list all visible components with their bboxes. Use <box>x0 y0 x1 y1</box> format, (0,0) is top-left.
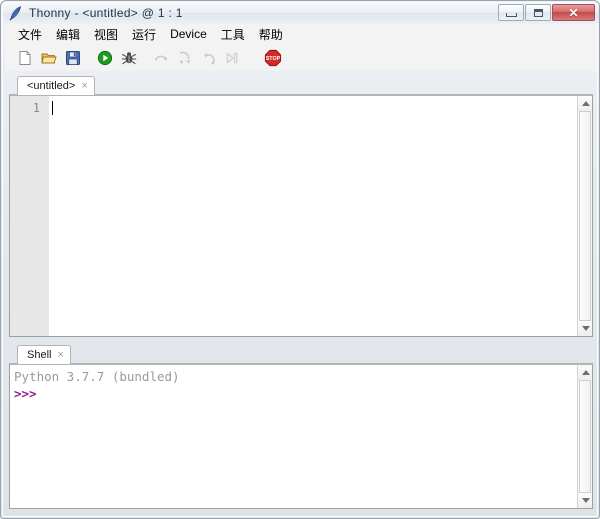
editor-panel: <untitled> × 1 <box>9 75 593 337</box>
shell-output: Python 3.7.7 (bundled) >>> <box>14 368 576 402</box>
tab-shell-close-icon[interactable]: × <box>57 350 63 361</box>
step-over-button[interactable] <box>151 48 171 68</box>
chevron-up-icon <box>582 101 590 106</box>
maximize-button[interactable] <box>525 4 551 21</box>
editor-code-area[interactable] <box>49 96 592 336</box>
play-run-icon <box>97 50 113 66</box>
shell-vertical-scrollbar[interactable] <box>577 365 592 508</box>
menu-edit[interactable]: 编辑 <box>49 24 87 45</box>
open-file-button[interactable] <box>39 48 59 68</box>
stop-button[interactable]: STOP <box>263 48 283 68</box>
minimize-icon <box>506 13 517 17</box>
chevron-up-icon <box>582 370 590 375</box>
step-out-button[interactable] <box>199 48 219 68</box>
editor-vertical-scrollbar[interactable] <box>577 96 592 336</box>
shell-text-frame[interactable]: Python 3.7.7 (bundled) >>> <box>9 364 593 509</box>
maximize-icon <box>534 9 543 17</box>
tab-shell-label: Shell <box>27 349 51 361</box>
editor-scroll-track[interactable] <box>578 111 592 321</box>
menu-help[interactable]: 帮助 <box>252 24 290 45</box>
menu-bar: 文件 编辑 视图 运行 Device 工具 帮助 <box>5 24 597 44</box>
tab-untitled[interactable]: <untitled> × <box>17 76 95 95</box>
tool-bar: STOP <box>5 44 597 71</box>
editor-scroll-down-arrow[interactable] <box>578 321 593 336</box>
debug-button[interactable] <box>119 48 139 68</box>
open-folder-icon <box>41 50 57 66</box>
step-into-button[interactable] <box>175 48 195 68</box>
title-bar[interactable]: Thonny - <untitled> @ 1 : 1 ✕ <box>3 3 599 23</box>
run-button[interactable] <box>95 48 115 68</box>
close-button[interactable]: ✕ <box>552 4 595 21</box>
menu-view[interactable]: 视图 <box>87 24 125 45</box>
window-title: Thonny - <untitled> @ 1 : 1 <box>29 6 183 20</box>
resume-button[interactable] <box>223 48 243 68</box>
text-caret <box>52 101 53 115</box>
shell-banner: Python 3.7.7 (bundled) <box>14 368 576 385</box>
save-disk-icon <box>65 50 81 66</box>
new-file-icon <box>17 50 33 66</box>
minimize-button[interactable] <box>498 4 524 21</box>
menu-file[interactable]: 文件 <box>11 24 49 45</box>
chevron-down-icon <box>582 326 590 331</box>
shell-tab-strip: Shell × <box>9 344 593 364</box>
editor-tab-strip: <untitled> × <box>9 75 593 95</box>
shell-scroll-up-arrow[interactable] <box>578 365 593 380</box>
editor-scroll-up-arrow[interactable] <box>578 96 593 111</box>
step-over-icon <box>153 50 169 66</box>
tab-shell[interactable]: Shell × <box>17 345 71 364</box>
new-file-button[interactable] <box>15 48 35 68</box>
step-into-icon <box>177 50 193 66</box>
window-controls: ✕ <box>497 4 595 22</box>
feather-quill-icon <box>8 5 24 21</box>
thonny-main-window: Thonny - <untitled> @ 1 : 1 ✕ 文件 编辑 视图 运… <box>0 0 600 519</box>
tab-untitled-close-icon[interactable]: × <box>81 81 87 92</box>
shell-scroll-thumb[interactable] <box>579 380 591 493</box>
step-out-icon <box>201 50 217 66</box>
editor-line-number-gutter: 1 <box>10 96 49 336</box>
save-file-button[interactable] <box>63 48 83 68</box>
shell-panel: Shell × Python 3.7.7 (bundled) >>> <box>9 344 593 509</box>
stop-label: STOP <box>266 56 281 62</box>
shell-prompt: >>> <box>14 385 576 402</box>
shell-scroll-track[interactable] <box>578 380 592 493</box>
menu-tools[interactable]: 工具 <box>214 24 252 45</box>
editor-scroll-thumb[interactable] <box>579 111 591 321</box>
line-number-1: 1 <box>10 101 48 115</box>
stop-sign-icon: STOP <box>264 49 282 67</box>
chevron-down-icon <box>582 498 590 503</box>
bug-debug-icon <box>121 50 137 66</box>
resume-icon <box>225 50 241 66</box>
close-icon: ✕ <box>568 7 578 19</box>
menu-device[interactable]: Device <box>163 25 214 43</box>
editor-text-frame: 1 <box>9 95 593 337</box>
tab-untitled-label: <untitled> <box>27 80 75 92</box>
shell-scroll-down-arrow[interactable] <box>578 493 593 508</box>
menu-run[interactable]: 运行 <box>125 24 163 45</box>
